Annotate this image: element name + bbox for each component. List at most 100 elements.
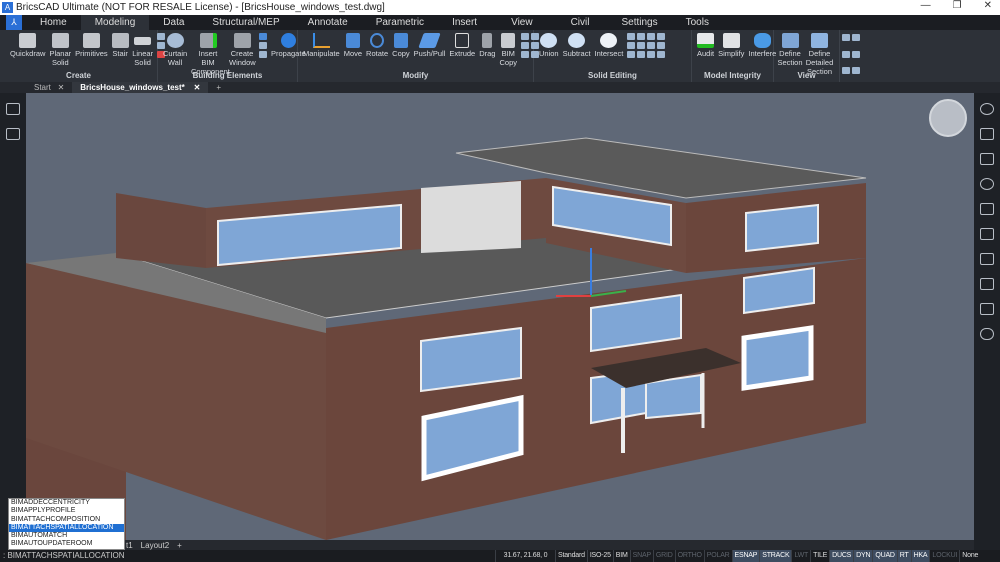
group-label-building-elements: Building Elements [192, 71, 263, 80]
status-iso25[interactable]: ISO-25 [586, 550, 613, 562]
home-icon[interactable] [6, 103, 20, 115]
push-pull-button[interactable]: Push/Pull [412, 33, 448, 58]
bim-copy-button[interactable]: BIM Copy [497, 33, 519, 67]
status-bar: 31.67, 21.68, 0 Standard ISO-25 BIM SNAP… [495, 550, 1000, 562]
curtain-wall-icon [166, 33, 184, 48]
extrude-button[interactable]: Extrude [447, 33, 477, 58]
drag-button[interactable]: Drag [477, 33, 497, 58]
toggle-lockui[interactable]: LOCKUI [929, 550, 959, 562]
new-tab-button[interactable]: + [208, 82, 229, 93]
profile-icon[interactable] [980, 228, 994, 240]
toggle-polar[interactable]: POLAR [703, 550, 732, 562]
create-window-button[interactable]: Create Window [227, 33, 257, 67]
components-icon[interactable] [980, 278, 994, 290]
subtract-button[interactable]: Subtract [561, 33, 593, 58]
layers-icon[interactable] [980, 253, 994, 265]
tab-layout2[interactable]: Layout2 [141, 541, 169, 550]
quickdraw-button[interactable]: Quickdraw [8, 33, 47, 58]
tab-start[interactable]: Start ✕ [0, 82, 72, 93]
status-standard[interactable]: Standard [555, 550, 587, 562]
lightbulb-icon[interactable] [980, 103, 994, 115]
tab-parametric[interactable]: Parametric [362, 15, 438, 30]
bim-icon[interactable] [980, 153, 994, 165]
tab-layout1[interactable]: t1 [126, 541, 133, 550]
structure-tree-icon[interactable] [6, 128, 20, 140]
toggle-tile[interactable]: TILE [810, 550, 829, 562]
group-create: Quickdraw Planar Solid Primitives Stair … [0, 30, 165, 82]
stair-icon [111, 33, 129, 48]
look-from-widget[interactable] [929, 99, 967, 137]
manipulate-button[interactable]: Manipulate [301, 33, 342, 58]
stair-button[interactable]: Stair [110, 33, 131, 58]
curtain-wall-button[interactable]: Curtain Wall [161, 33, 189, 67]
intersect-button[interactable]: Intersect [593, 33, 626, 58]
library-icon[interactable] [980, 203, 994, 215]
toggle-grid[interactable]: GRID [652, 550, 675, 562]
toggle-esnap[interactable]: ESNAP [731, 550, 760, 562]
rotate-button[interactable]: Rotate [364, 33, 390, 58]
simplify-button[interactable]: Simplify [716, 33, 746, 58]
autocomplete-item[interactable]: BIMADDECCENTRICITY [9, 499, 124, 507]
ribbon: Quickdraw Planar Solid Primitives Stair … [0, 30, 1000, 82]
toggle-snap[interactable]: SNAP [629, 550, 653, 562]
tab-annotate[interactable]: Annotate [294, 15, 362, 30]
tab-structural-mep[interactable]: Structural/MEP [198, 15, 293, 30]
primitives-button[interactable]: Primitives [73, 33, 110, 58]
close-button[interactable]: ✕ [984, 0, 992, 11]
status-none-dropdown[interactable]: None [959, 550, 980, 562]
tab-insert[interactable]: Insert [438, 15, 491, 30]
section-icon [781, 33, 799, 48]
toggle-rt[interactable]: RT [896, 550, 911, 562]
tab-view[interactable]: View [491, 15, 553, 30]
toggle-ducs[interactable]: DUCS [829, 550, 854, 562]
copy-button[interactable]: Copy [390, 33, 412, 58]
autocomplete-item[interactable]: BIMAUTOUPDATEROOM [9, 540, 124, 548]
minimize-button[interactable]: — [921, 0, 931, 11]
model-viewport[interactable] [26, 93, 974, 540]
close-icon[interactable]: ✕ [58, 83, 65, 92]
toggle-lwt[interactable]: LWT [791, 550, 810, 562]
audit-icon [697, 33, 715, 48]
extrude-icon [455, 33, 470, 48]
push-pull-icon [418, 33, 441, 48]
tab-civil[interactable]: Civil [553, 15, 608, 30]
toggle-ortho[interactable]: ORTHO [674, 550, 704, 562]
tab-data[interactable]: Data [149, 15, 198, 30]
add-layout-button[interactable]: + [177, 541, 182, 550]
autocomplete-item[interactable]: BIMAPPLYPROFILE [9, 507, 124, 515]
close-icon[interactable]: ✕ [194, 83, 201, 92]
define-detailed-section-button[interactable]: Define Detailed Section [803, 33, 836, 76]
tab-tools[interactable]: Tools [672, 15, 723, 30]
tab-document[interactable]: BricsHouse_windows_test* ✕ [72, 82, 209, 93]
group-label-modify: Modify [402, 71, 429, 80]
propagate-panel-icon[interactable] [980, 178, 994, 190]
insert-bim-component-button[interactable]: Insert BIM Component [189, 33, 230, 76]
restore-button[interactable]: ❐ [953, 0, 962, 11]
planar-solid-button[interactable]: Planar Solid [47, 33, 73, 67]
command-input[interactable]: : BIMATTACHSPATIALLOCATION [0, 550, 495, 562]
linear-solid-button[interactable]: Linear Solid [131, 33, 155, 67]
move-button[interactable]: Move [342, 33, 364, 58]
toggle-dyn[interactable]: DYN [853, 550, 873, 562]
application-menu-button[interactable]: ⅄ [6, 15, 22, 30]
tab-settings[interactable]: Settings [607, 15, 671, 30]
building-small-tools[interactable] [259, 33, 267, 58]
cloud-icon[interactable] [980, 328, 994, 340]
linear-solid-icon [134, 37, 152, 45]
status-bim[interactable]: BIM [612, 550, 630, 562]
toggle-hka[interactable]: HKA [910, 550, 930, 562]
toggle-quad[interactable]: QUAD [872, 550, 897, 562]
properties-icon[interactable] [980, 128, 994, 140]
solid-editing-small-tools[interactable] [627, 33, 666, 58]
autocomplete-item-selected[interactable]: BIMATTACHSPATIALLOCATION [9, 523, 124, 533]
tab-modeling[interactable]: Modeling [80, 15, 150, 30]
audit-button[interactable]: Audit [695, 33, 716, 58]
toggle-strack[interactable]: STRACK [759, 550, 792, 562]
view-small-tools[interactable] [842, 34, 860, 82]
autocomplete-item[interactable]: BIMAUTOMATCH [9, 532, 124, 540]
define-section-button[interactable]: Define Section [777, 33, 803, 67]
sheets-icon[interactable] [980, 303, 994, 315]
autocomplete-item[interactable]: BIMATTACHCOMPOSITION [9, 516, 124, 524]
tab-home[interactable]: Home [26, 15, 81, 30]
union-button[interactable]: Union [537, 33, 561, 58]
